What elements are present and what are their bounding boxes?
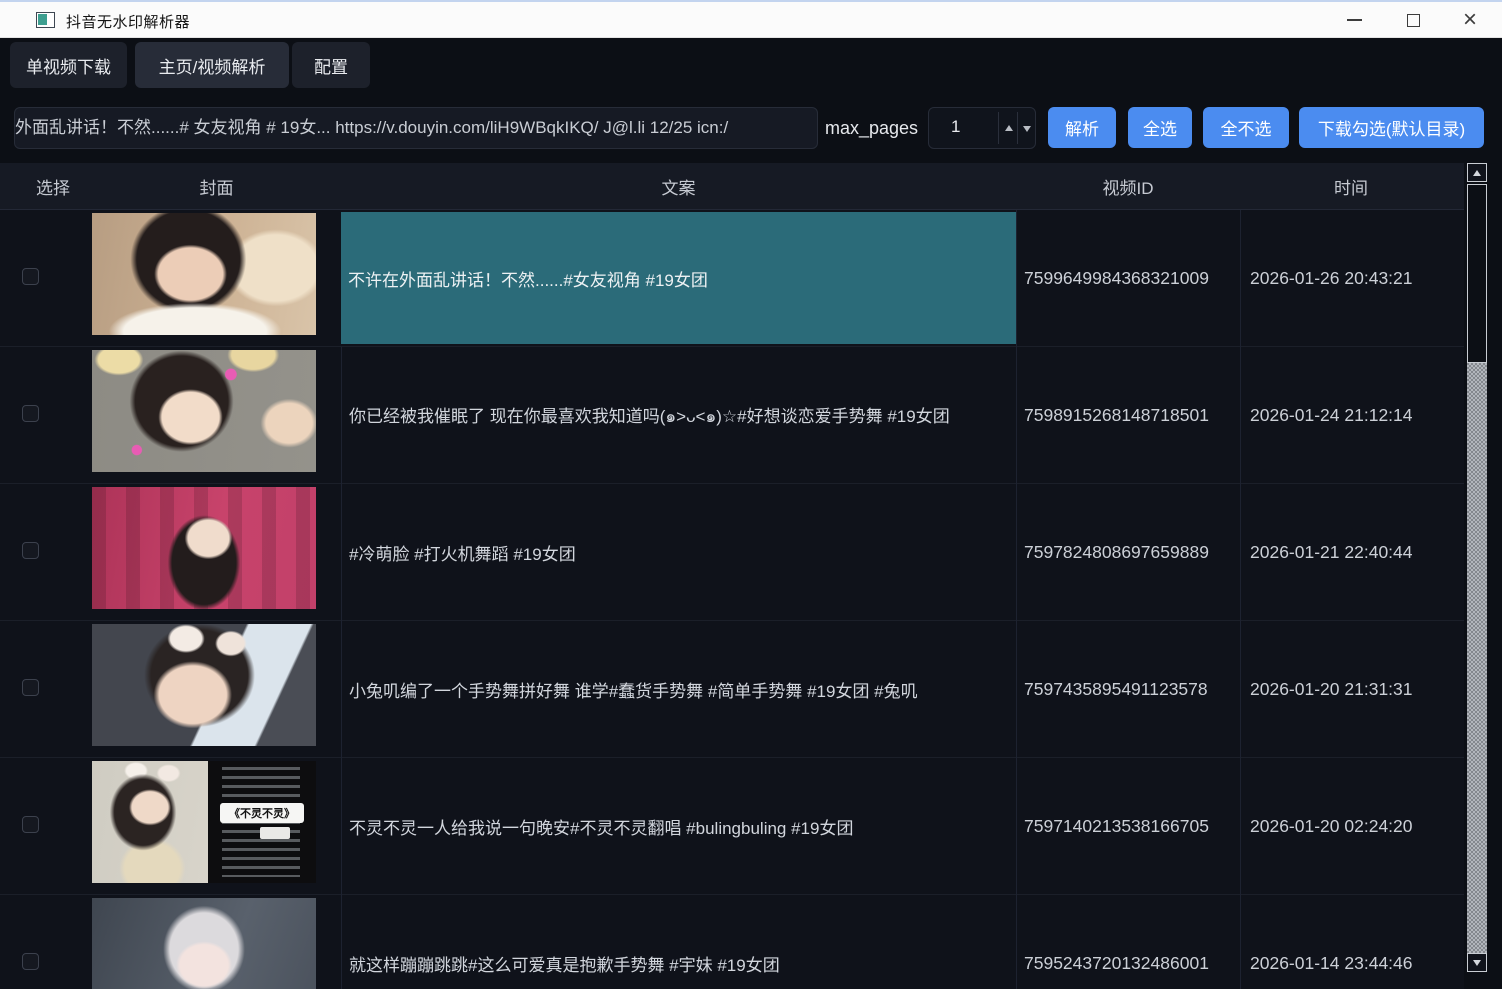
- tab-config[interactable]: 配置: [292, 42, 370, 88]
- spinner-divider: [998, 112, 999, 144]
- row-checkbox[interactable]: [22, 816, 39, 833]
- spinner-divider: [1017, 112, 1018, 144]
- row-checkbox[interactable]: [22, 953, 39, 970]
- vertical-scrollbar[interactable]: [1464, 163, 1502, 989]
- scrollbar-down-button[interactable]: [1467, 953, 1487, 972]
- video-thumbnail[interactable]: [92, 624, 316, 746]
- tab-home-video-parse[interactable]: 主页/视频解析: [135, 42, 289, 88]
- app-window: 抖音无水印解析器 × 单视频下载 主页/视频解析 配置 外面乱讲话！不然....…: [0, 0, 1502, 989]
- table-row: 不许在外面乱讲话！不然......#女友视角 #19女团 75996499843…: [0, 210, 1464, 347]
- table-row: 你已经被我催眠了 现在你最喜欢我知道吗(๑>ᴗ<๑)☆#好想谈恋爱手势舞 #19…: [0, 347, 1464, 484]
- row-checkbox[interactable]: [22, 268, 39, 285]
- table-row: 《不灵不灵》 不灵不灵一人给我说一句晚安#不灵不灵翻唱 #bulingbulin…: [0, 758, 1464, 895]
- video-id-cell[interactable]: 7599649984368321009: [1016, 210, 1240, 347]
- time-cell[interactable]: 2026-01-21 22:40:44: [1240, 484, 1462, 621]
- time-cell[interactable]: 2026-01-24 21:12:14: [1240, 347, 1462, 484]
- close-button[interactable]: ×: [1447, 2, 1493, 38]
- video-thumbnail[interactable]: [92, 898, 316, 989]
- video-id-cell[interactable]: 7598915268148718501: [1016, 347, 1240, 484]
- caption-cell[interactable]: 不许在外面乱讲话！不然......#女友视角 #19女团: [341, 212, 1016, 344]
- row-checkbox[interactable]: [22, 405, 39, 422]
- max-pages-spinner[interactable]: 1: [928, 107, 1036, 149]
- app-icon: [36, 12, 55, 28]
- table-row: 就这样蹦蹦跳跳#这么可爱真是抱歉手势舞 #宇妹 #19女团 7595243720…: [0, 895, 1464, 989]
- video-id-cell[interactable]: 7597435895491123578: [1016, 621, 1240, 758]
- scroll-down-icon: [1473, 960, 1481, 966]
- close-icon: ×: [1463, 8, 1477, 32]
- thumbnail-small-tag: [260, 827, 290, 839]
- table-row: #冷萌脸 #打火机舞蹈 #19女团 7597824808697659889 20…: [0, 484, 1464, 621]
- header-select: 选择: [14, 163, 92, 210]
- maximize-button[interactable]: [1390, 2, 1436, 38]
- time-cell[interactable]: 2026-01-20 02:24:20: [1240, 758, 1462, 895]
- time-cell[interactable]: 2026-01-20 21:31:31: [1240, 621, 1462, 758]
- parse-button[interactable]: 解析: [1048, 107, 1116, 148]
- scrollbar-up-button[interactable]: [1467, 163, 1487, 182]
- video-id-cell[interactable]: 7597824808697659889: [1016, 484, 1240, 621]
- scroll-up-icon: [1473, 170, 1481, 176]
- time-cell[interactable]: 2026-01-26 20:43:21: [1240, 210, 1462, 347]
- titlebar: 抖音无水印解析器 ×: [0, 0, 1502, 38]
- thumbnail-left-half: [92, 761, 208, 883]
- video-id-cell[interactable]: 7597140213538166705: [1016, 758, 1240, 895]
- row-checkbox[interactable]: [22, 679, 39, 696]
- minimize-button[interactable]: [1331, 2, 1377, 38]
- window-title: 抖音无水印解析器: [66, 11, 190, 32]
- url-input-value: 外面乱讲话！不然......# 女友视角 # 19女... https://v.…: [24, 108, 728, 148]
- header-caption: 文案: [341, 163, 1016, 210]
- scrollbar-thumb[interactable]: [1467, 184, 1487, 363]
- video-thumbnail[interactable]: [92, 350, 316, 472]
- spinner-down-icon[interactable]: [1023, 126, 1031, 132]
- download-checked-button[interactable]: 下载勾选(默认目录): [1299, 107, 1484, 148]
- minimize-icon: [1347, 19, 1362, 21]
- max-pages-value: 1: [951, 117, 960, 137]
- max-pages-label: max_pages: [825, 118, 918, 139]
- header-video-id: 视频ID: [1016, 163, 1240, 210]
- header-cover: 封面: [92, 163, 341, 210]
- video-thumbnail[interactable]: [92, 487, 316, 609]
- spinner-up-icon[interactable]: [1005, 125, 1013, 131]
- select-all-button[interactable]: 全选: [1128, 107, 1192, 148]
- header-time: 时间: [1240, 163, 1462, 210]
- tab-single-video-download[interactable]: 单视频下载: [10, 42, 127, 88]
- time-cell[interactable]: 2026-01-14 23:44:46: [1240, 895, 1462, 989]
- video-thumbnail[interactable]: 《不灵不灵》: [92, 761, 316, 883]
- table-header: 选择 封面 文案 视频ID 时间: [0, 163, 1464, 210]
- scrollbar-track[interactable]: [1467, 363, 1487, 953]
- video-table: 选择 封面 文案 视频ID 时间 不许在外面乱讲话！不然......#女友视角 …: [0, 163, 1502, 989]
- caption-cell[interactable]: #冷萌脸 #打火机舞蹈 #19女团: [341, 484, 1016, 621]
- caption-cell[interactable]: 就这样蹦蹦跳跳#这么可爱真是抱歉手势舞 #宇妹 #19女团: [341, 895, 1016, 989]
- video-thumbnail[interactable]: [92, 213, 316, 335]
- thumbnail-song-label: 《不灵不灵》: [220, 803, 304, 823]
- select-none-button[interactable]: 全不选: [1203, 107, 1289, 148]
- row-checkbox[interactable]: [22, 542, 39, 559]
- maximize-icon: [1407, 14, 1420, 27]
- video-id-cell[interactable]: 7595243720132486001: [1016, 895, 1240, 989]
- caption-cell[interactable]: 不灵不灵一人给我说一句晚安#不灵不灵翻唱 #bulingbuling #19女团: [341, 758, 1016, 895]
- caption-cell[interactable]: 小兔叽编了一个手势舞拼好舞 谁学#蠢货手势舞 #简单手势舞 #19女团 #兔叽: [341, 621, 1016, 758]
- caption-cell[interactable]: 你已经被我催眠了 现在你最喜欢我知道吗(๑>ᴗ<๑)☆#好想谈恋爱手势舞 #19…: [341, 347, 1016, 484]
- table-row: 小兔叽编了一个手势舞拼好舞 谁学#蠢货手势舞 #简单手势舞 #19女团 #兔叽 …: [0, 621, 1464, 758]
- url-input[interactable]: 外面乱讲话！不然......# 女友视角 # 19女... https://v.…: [14, 107, 818, 149]
- thumbnail-lyrics-panel: 《不灵不灵》: [208, 761, 316, 883]
